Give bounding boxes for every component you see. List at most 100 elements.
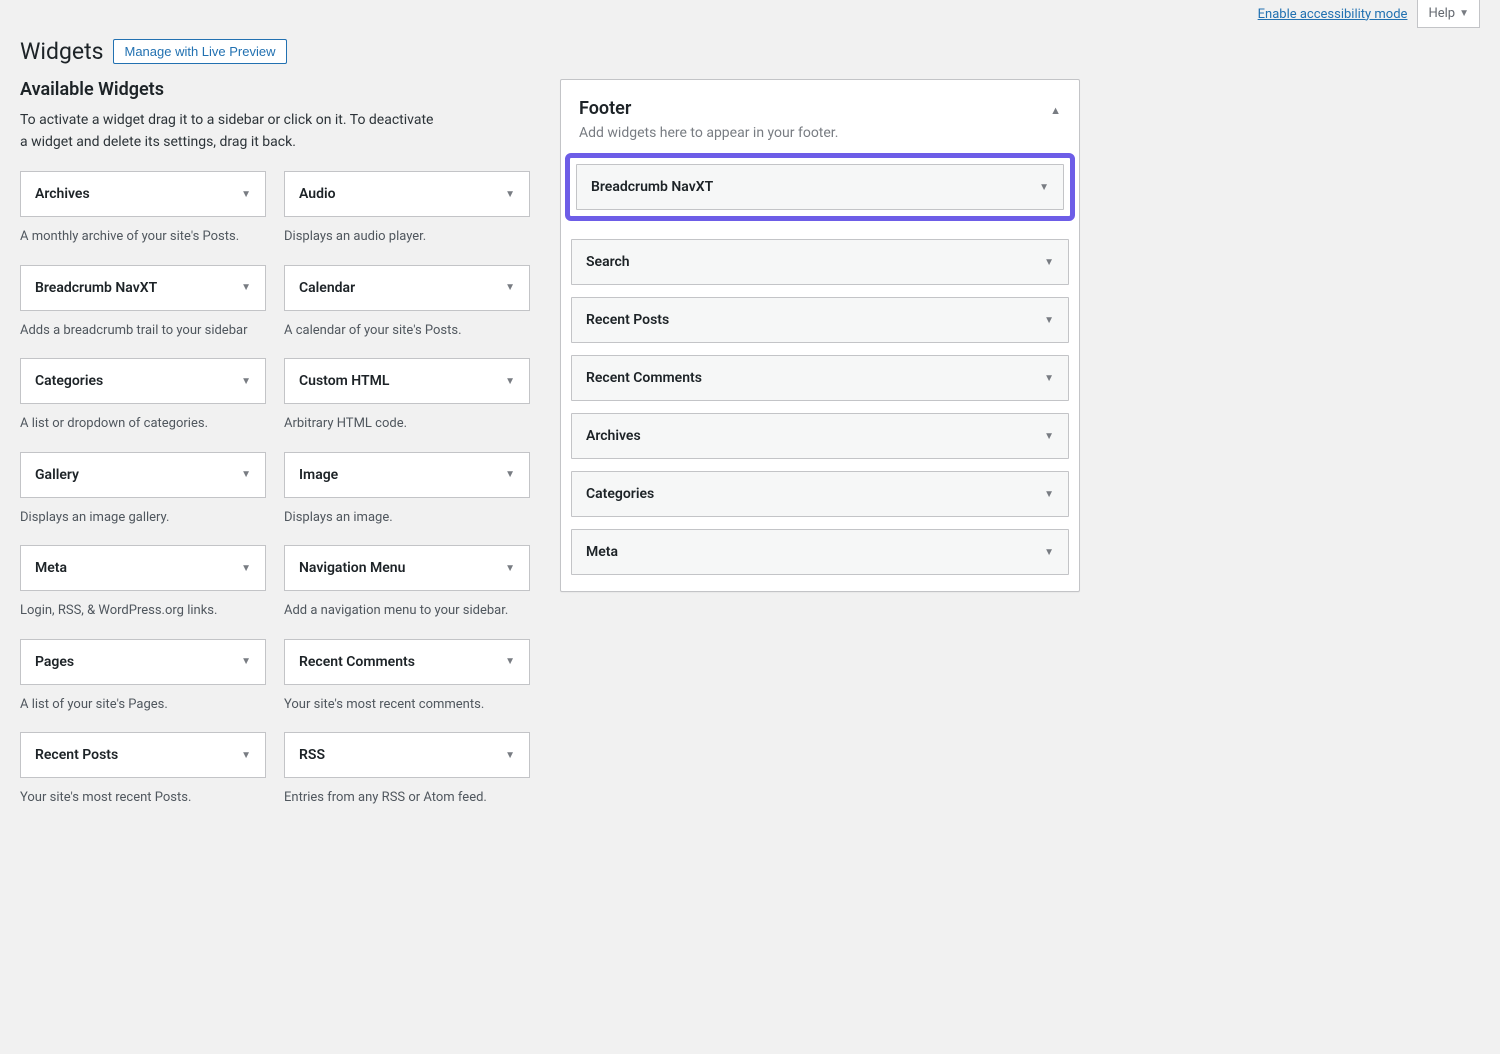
available-widget-desc: Arbitrary HTML code. — [284, 404, 530, 452]
available-widget-title: RSS — [299, 747, 325, 763]
placed-widget-title: Recent Comments — [586, 370, 702, 386]
available-widget-desc: A monthly archive of your site's Posts. — [20, 217, 266, 265]
chevron-down-icon: ▼ — [241, 656, 251, 667]
available-widget-header-calendar[interactable]: Calendar ▼ — [284, 265, 530, 311]
available-widget-image: Image▼Displays an image. — [284, 452, 530, 546]
available-widget-rss: RSS ▼ Entries from any RSS or Atom feed. — [284, 732, 530, 826]
available-widget-desc: Adds a breadcrumb trail to your sidebar — [20, 311, 266, 359]
chevron-down-icon: ▼ — [505, 750, 515, 761]
available-widget-categories: Categories ▼ A list or dropdown of categor… — [20, 358, 266, 452]
available-widget-recent-posts: Recent Posts▼Your site's most recent Pos… — [20, 732, 266, 826]
help-tab[interactable]: Help ▼ — [1417, 0, 1480, 28]
available-widget-header-recent-posts[interactable]: Recent Posts ▼ — [20, 732, 266, 778]
placed-widget-archives[interactable]: Archives ▼ — [571, 413, 1069, 459]
available-widget-navigation-menu: Navigation Menu ▼ Add a navigation menu to… — [284, 545, 530, 639]
chevron-down-icon: ▼ — [1044, 257, 1054, 268]
available-widget-title: Archives — [35, 186, 90, 202]
available-widget-header-archives[interactable]: Archives ▼ — [20, 171, 266, 217]
chevron-down-icon: ▼ — [505, 282, 515, 293]
available-widget-desc: Displays an image. — [284, 498, 530, 546]
available-widget-calendar: Calendar ▼ A calendar of your site's Posts… — [284, 265, 530, 359]
available-widget-title: Meta — [35, 560, 67, 576]
available-widget-header-image[interactable]: Image▼ — [284, 452, 530, 498]
available-widget-title: Categories — [35, 373, 103, 389]
available-widget-desc: Entries from any RSS or Atom feed. — [284, 778, 530, 826]
chevron-down-icon: ▼ — [241, 376, 251, 387]
available-widget-title: Navigation Menu — [299, 560, 405, 576]
available-widget-title: Recent Posts — [35, 747, 118, 763]
available-widget-title: Audio — [299, 186, 336, 202]
placed-widget-search[interactable]: Search▼ — [571, 239, 1069, 285]
chevron-down-icon: ▼ — [1044, 489, 1054, 500]
placed-widget-meta[interactable]: Meta ▼ — [571, 529, 1069, 575]
available-widget-header-gallery[interactable]: Gallery▼ — [20, 452, 266, 498]
page-header: Widgets Manage with Live Preview — [20, 38, 1480, 65]
help-label: Help — [1428, 6, 1455, 21]
available-widget-gallery: Gallery▼Displays an image gallery. — [20, 452, 266, 546]
chevron-down-icon: ▼ — [505, 376, 515, 387]
available-widget-header-rss[interactable]: RSS ▼ — [284, 732, 530, 778]
available-widget-header-breadcrumb-navxt[interactable]: Breadcrumb NavXT ▼ — [20, 265, 266, 311]
placed-widget-title: Breadcrumb NavXT — [591, 179, 713, 195]
available-widget-title: Custom HTML — [299, 373, 389, 389]
available-widget-meta: Meta ▼ Login, RSS, & WordPress.org links. — [20, 545, 266, 639]
available-widget-custom-html: Custom HTML ▼ Arbitrary HTML code. — [284, 358, 530, 452]
available-widget-header-meta[interactable]: Meta ▼ — [20, 545, 266, 591]
chevron-down-icon: ▼ — [1459, 8, 1469, 19]
chevron-down-icon: ▼ — [1039, 182, 1049, 193]
placed-widget-list: Breadcrumb NavXT▼Search▼Recent Posts▼Rec… — [571, 159, 1069, 575]
available-widget-desc: Displays an audio player. — [284, 217, 530, 265]
chevron-down-icon: ▼ — [505, 656, 515, 667]
placed-widget-title: Meta — [586, 544, 618, 560]
page-title: Widgets — [20, 38, 103, 65]
available-widget-desc: A list or dropdown of categories. — [20, 404, 266, 452]
available-widget-header-navigation-menu[interactable]: Navigation Menu ▼ — [284, 545, 530, 591]
available-widget-desc: Displays an image gallery. — [20, 498, 266, 546]
accessibility-mode-link[interactable]: Enable accessibility mode — [1258, 7, 1408, 22]
chevron-down-icon: ▼ — [505, 563, 515, 574]
available-widget-title: Recent Comments — [299, 654, 415, 670]
widget-area-description: Add widgets here to appear in your foote… — [579, 125, 838, 141]
chevron-down-icon: ▼ — [241, 750, 251, 761]
highlight-box: Breadcrumb NavXT ▼ — [565, 153, 1075, 221]
chevron-down-icon: ▼ — [1044, 547, 1054, 558]
available-widget-title: Calendar — [299, 280, 355, 296]
available-widget-breadcrumb-navxt: Breadcrumb NavXT ▼ Adds a breadcrumb trail… — [20, 265, 266, 359]
available-widget-desc: A calendar of your site's Posts. — [284, 311, 530, 359]
available-widget-desc: Your site's most recent comments. — [284, 685, 530, 733]
available-widget-header-recent-comments[interactable]: Recent Comments ▼ — [284, 639, 530, 685]
widget-area-header[interactable]: Footer Add widgets here to appear in you… — [561, 80, 1079, 159]
chevron-down-icon: ▼ — [1044, 431, 1054, 442]
placed-widget-recent-comments[interactable]: Recent Comments▼ — [571, 355, 1069, 401]
placed-widget-breadcrumb-navxt[interactable]: Breadcrumb NavXT ▼ — [576, 164, 1064, 210]
available-widget-desc: A list of your site's Pages. — [20, 685, 266, 733]
available-widgets-panel: Available Widgets To activate a widget d… — [20, 79, 530, 826]
chevron-down-icon: ▼ — [241, 189, 251, 200]
available-widget-desc: Add a navigation menu to your sidebar. — [284, 591, 530, 639]
available-widget-desc: Login, RSS, & WordPress.org links. — [20, 591, 266, 639]
chevron-up-icon[interactable]: ▲ — [1050, 94, 1061, 117]
chevron-down-icon: ▼ — [241, 282, 251, 293]
available-widget-audio: Audio ▼ Displays an audio player. — [284, 171, 530, 265]
chevron-down-icon: ▼ — [1044, 315, 1054, 326]
available-widget-header-custom-html[interactable]: Custom HTML ▼ — [284, 358, 530, 404]
placed-widget-title: Archives — [586, 428, 641, 444]
widget-areas-panel: Footer Add widgets here to appear in you… — [560, 79, 1080, 592]
available-widgets-grid: Archives ▼ A monthly archive of your site'… — [20, 171, 530, 826]
available-widget-pages: Pages ▼ A list of your site's Pages. — [20, 639, 266, 733]
screen-meta: Enable accessibility mode Help ▼ — [20, 0, 1480, 28]
available-widget-title: Image — [299, 467, 338, 483]
manage-live-preview-button[interactable]: Manage with Live Preview — [113, 39, 286, 64]
available-widget-header-categories[interactable]: Categories ▼ — [20, 358, 266, 404]
available-widget-title: Breadcrumb NavXT — [35, 280, 157, 296]
placed-widget-recent-posts[interactable]: Recent Posts ▼ — [571, 297, 1069, 343]
available-widget-recent-comments: Recent Comments ▼ Your site's most recent … — [284, 639, 530, 733]
available-widget-header-pages[interactable]: Pages ▼ — [20, 639, 266, 685]
chevron-down-icon: ▼ — [505, 189, 515, 200]
available-widget-archives: Archives ▼ A monthly archive of your site'… — [20, 171, 266, 265]
chevron-down-icon: ▼ — [241, 563, 251, 574]
placed-widget-title: Recent Posts — [586, 312, 669, 328]
available-widget-header-audio[interactable]: Audio ▼ — [284, 171, 530, 217]
placed-widget-categories[interactable]: Categories▼ — [571, 471, 1069, 517]
available-widget-title: Pages — [35, 654, 74, 670]
